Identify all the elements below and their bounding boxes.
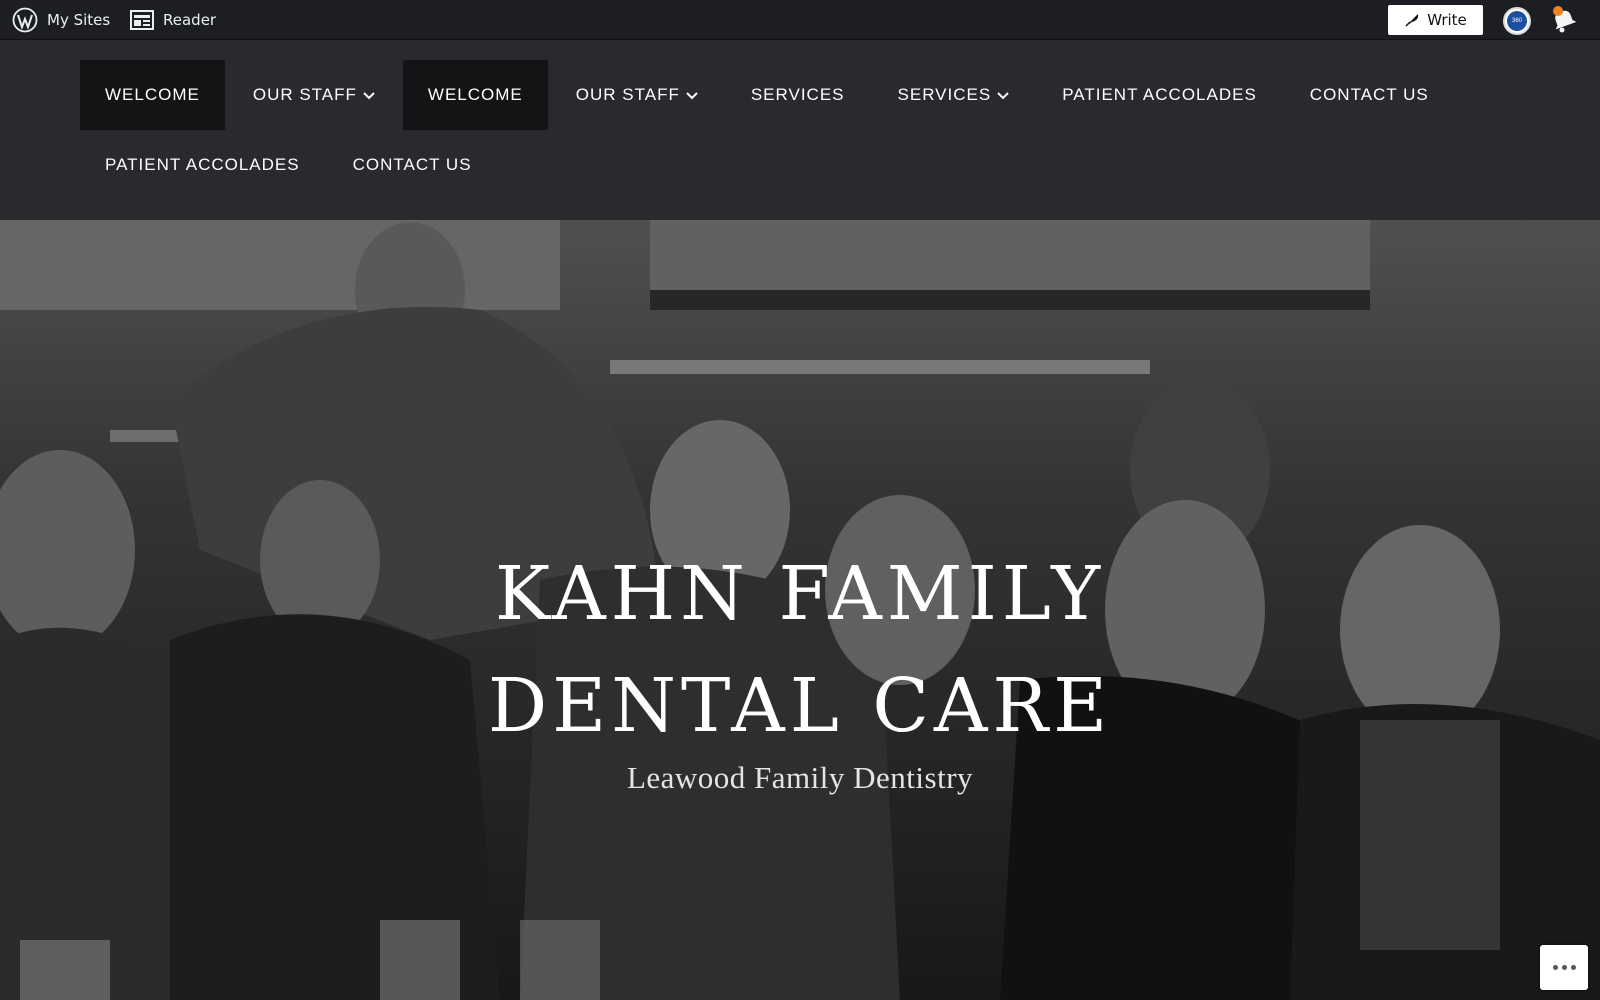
wordpress-icon (12, 7, 38, 32)
my-sites-link[interactable]: My Sites (12, 0, 110, 40)
nav-item-welcome[interactable]: WELCOME (402, 60, 548, 130)
site-title-line-2: DENTAL CARE (487, 663, 1113, 749)
nav-item-label: SERVICES (750, 85, 845, 104)
more-options-button[interactable] (1540, 945, 1588, 990)
nav-item-contact-us[interactable]: CONTACT US (1285, 60, 1454, 130)
nav-item-label: PATIENT ACCOLADES (1062, 85, 1257, 104)
admin-bar: My Sites Reader Write 360 (0, 0, 1600, 40)
notifications-button[interactable] (1550, 6, 1580, 34)
my-sites-label: My Sites (47, 10, 111, 29)
avatar[interactable]: 360 (1503, 7, 1531, 35)
site-title[interactable]: KAHN FAMILY DENTAL CARE (0, 538, 1600, 762)
nav-item-label: CONTACT US (1309, 85, 1429, 104)
notification-dot (1553, 6, 1563, 16)
ellipsis-dot (1552, 965, 1558, 970)
nav-item-services[interactable]: SERVICES (873, 60, 1035, 130)
nav-item-patient-accolades[interactable]: PATIENT ACCOLADES (1037, 60, 1282, 130)
site-tagline: Leawood Family Dentistry (626, 760, 974, 795)
nav-item-contact-us[interactable]: CONTACT US (328, 130, 497, 200)
nav-item-our-staff[interactable]: OUR STAFF (551, 60, 723, 130)
nav-item-our-staff[interactable]: OUR STAFF (228, 60, 400, 130)
nav-item-label: CONTACT US (352, 155, 472, 174)
reader-link[interactable]: Reader (130, 0, 216, 40)
feather-pen-icon (1405, 14, 1419, 27)
write-label: Write (1427, 11, 1467, 29)
nav-item-label: WELCOME (105, 85, 200, 104)
nav-item-welcome[interactable]: WELCOME (80, 60, 225, 130)
chevron-down-icon (997, 85, 1009, 105)
nav-item-patient-accolades[interactable]: PATIENT ACCOLADES (80, 130, 325, 200)
nav-item-services[interactable]: SERVICES (726, 60, 870, 130)
chevron-down-icon (686, 85, 698, 105)
reader-icon (130, 9, 154, 30)
site-title-line-1: KAHN FAMILY (494, 551, 1106, 637)
ellipsis-dot (1570, 965, 1576, 970)
nav-item-label: SERVICES (897, 85, 992, 104)
reader-label: Reader (163, 10, 217, 29)
hero-section: KAHN FAMILY DENTAL CARE Leawood Family D… (0, 220, 1600, 1000)
chevron-down-icon (363, 85, 375, 105)
site-navigation: WELCOME OUR STAFF WELCOME OUR STAFF SERVICES… (0, 40, 1600, 220)
nav-item-label: OUR STAFF (575, 85, 680, 104)
nav-item-label: OUR STAFF (252, 85, 357, 104)
main-menu: WELCOME OUR STAFF WELCOME OUR STAFF SERVICES… (80, 60, 1520, 200)
ellipsis-dot (1561, 965, 1567, 970)
nav-item-label: PATIENT ACCOLADES (105, 155, 300, 174)
avatar-text: 360 (1507, 11, 1527, 31)
write-button[interactable]: Write (1388, 5, 1483, 35)
nav-item-label: WELCOME (427, 85, 523, 104)
